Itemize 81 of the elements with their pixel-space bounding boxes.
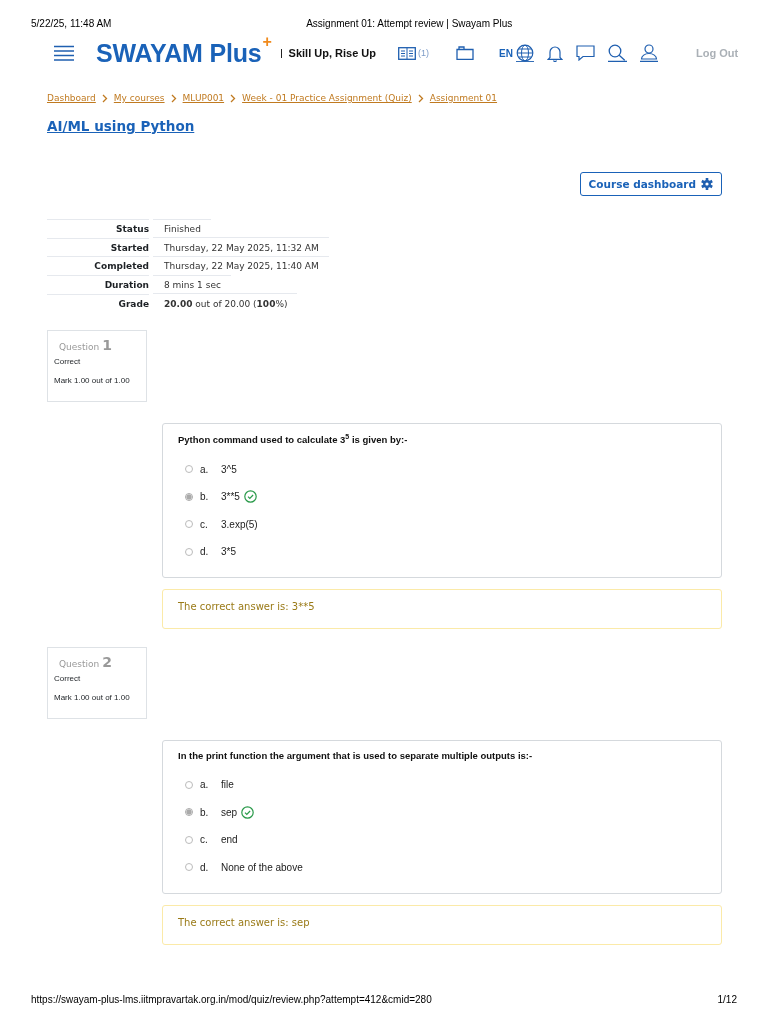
folder-icon [456, 46, 475, 60]
folder-button[interactable] [456, 46, 475, 60]
language-button[interactable]: EN [499, 44, 534, 62]
question-state: Correct [54, 674, 82, 684]
course-dashboard-button[interactable]: Course dashboard [579, 172, 722, 196]
search-button[interactable] [607, 44, 627, 62]
question-mark: Mark 1.00 out of 1.00 [54, 376, 131, 386]
question-number: 1 [102, 337, 112, 354]
option-text: sep [221, 806, 238, 818]
radio-button[interactable] [185, 863, 193, 872]
globe-icon [515, 44, 534, 62]
user-icon [639, 44, 658, 62]
summary-label: Grade [47, 293, 149, 313]
radio-button[interactable] [185, 780, 193, 789]
radio-button[interactable] [185, 835, 193, 844]
summary-value: Thursday, 22 May 2025, 11:40 AM [164, 261, 319, 272]
notifications-button[interactable] [546, 44, 563, 62]
option-text: 3.exp(5) [221, 518, 258, 530]
course-book-button[interactable]: (1) [398, 46, 430, 60]
breadcrumb-link[interactable]: MLUP001 [182, 93, 225, 103]
option-text: 3**5 [221, 491, 240, 503]
option-letter: d. [200, 861, 210, 873]
question-mark: Mark 1.00 out of 1.00 [54, 693, 131, 703]
print-page-title: Assignment 01: Attempt review | Swayam Plus [306, 17, 513, 29]
summary-value: 8 mins 1 sec [164, 279, 221, 290]
option-text: 3*5 [221, 546, 236, 558]
radio-button[interactable] [185, 520, 193, 529]
summary-label: Completed [47, 256, 149, 276]
correct-answer-feedback: The correct answer is: 3**5 [162, 589, 722, 630]
option-letter: c. [200, 834, 209, 846]
site-logo[interactable]: SWAYAM Plus$^{+}$ [96, 38, 272, 68]
menu-button[interactable] [53, 45, 75, 61]
option-letter: b. [200, 491, 210, 503]
correct-answer-feedback: The correct answer is: sep [162, 904, 722, 945]
summary-value: 20.00 out of 20.00 (100%) [164, 298, 288, 309]
breadcrumb-link[interactable]: Assignment 01 [429, 93, 498, 103]
question-state: Correct [54, 357, 82, 367]
question-number: 2 [102, 654, 112, 671]
print-url: https://swayam-plus-lms.iitmpravartak.org.in/mod/quiz/review.php?attempt=412&cmid=280 [31, 993, 432, 1005]
messages-button[interactable] [575, 45, 595, 61]
summary-label: Duration [47, 275, 149, 294]
menu-icon [53, 45, 75, 61]
option-letter: a. [200, 463, 210, 475]
chat-icon [575, 45, 595, 61]
question-text: Python command used to calculate 3$^{5}$ is given by:- [178, 433, 409, 446]
summary-label: Started [47, 237, 149, 257]
breadcrumb-link[interactable]: Dashboard [47, 93, 96, 103]
radio-button[interactable] [185, 547, 193, 556]
chevron-icon [170, 93, 177, 103]
search-icon [607, 44, 627, 62]
option-text: end [221, 834, 238, 846]
book-icon [398, 46, 417, 60]
user-button[interactable] [639, 44, 658, 62]
summary-label: Status [47, 219, 149, 238]
question-text: In the print function the argument that is used to separate multiple outputs is:- [178, 750, 534, 762]
chevron-icon [230, 93, 237, 103]
course-title-link[interactable]: AI/ML using Python [47, 118, 195, 134]
gear-icon [701, 178, 713, 190]
tagline: Skill Up, Rise Up [288, 47, 377, 59]
chevron-icon [101, 93, 108, 103]
logout-link[interactable]: Log Out [695, 47, 739, 59]
breadcrumb-link[interactable]: My courses [113, 93, 165, 103]
print-page-number: 1/12 [717, 993, 737, 1005]
chevron-icon [417, 93, 424, 103]
option-letter: d. [200, 546, 210, 558]
option-text: 3^5 [221, 463, 237, 475]
option-text: None of the above [221, 861, 303, 873]
summary-value: Thursday, 22 May 2025, 11:32 AM [164, 242, 319, 253]
radio-button[interactable] [185, 465, 193, 474]
question-label: Question [59, 659, 100, 670]
radio-button[interactable] [185, 808, 193, 817]
option-text: file [221, 779, 234, 791]
radio-button[interactable] [185, 492, 193, 501]
summary-value: Finished [164, 223, 201, 234]
print-date: 5/22/25, 11:48 AM [31, 17, 112, 29]
question-label: Question [59, 342, 100, 353]
breadcrumb-link[interactable]: Week - 01 Practice Assignment (Quiz) [242, 93, 412, 103]
bell-icon [546, 44, 563, 62]
option-letter: b. [200, 806, 210, 818]
option-letter: a. [200, 779, 210, 791]
option-letter: c. [200, 518, 209, 530]
